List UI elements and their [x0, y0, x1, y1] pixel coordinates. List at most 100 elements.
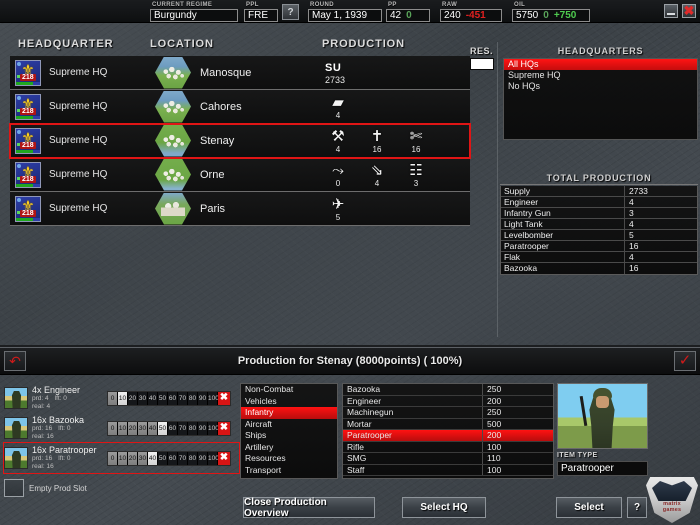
item-list[interactable]: Bazooka 250 Engineer 200 Machinegun 250 Mortar…	[342, 383, 554, 479]
slider-tick[interactable]: 90	[198, 391, 208, 405]
slider-tick[interactable]: 20	[128, 421, 138, 435]
slider-tick[interactable]: 10	[118, 451, 128, 465]
item-row[interactable]: Staff 100	[343, 464, 553, 476]
hq-row-orne[interactable]: ⚜ 218 Supreme HQ Orne ⤳ 0 ⇘ 4 ☷ 3	[10, 158, 470, 192]
slider-tick[interactable]: 70	[178, 451, 188, 465]
category-list[interactable]: Non-Combat Vehicles Infantry Aircraft Ships A…	[240, 383, 338, 479]
slider-tick[interactable]: 60	[168, 391, 178, 405]
empty-slot-box-icon	[4, 479, 24, 497]
slider-tick[interactable]: 50	[158, 391, 168, 405]
category-row[interactable]: Ships	[241, 430, 337, 442]
item-row[interactable]: Machinegun 250	[343, 407, 553, 419]
slider-tick[interactable]: 40	[148, 421, 158, 435]
unit-strength-bar	[16, 217, 40, 221]
slider-tick[interactable]: 90	[198, 451, 208, 465]
production-item-count: 5	[335, 212, 341, 222]
minimize-button[interactable]	[664, 4, 678, 18]
slider-tick[interactable]: 10	[118, 421, 128, 435]
production-slot[interactable]: 4x Engineer prd: 4 lft: 0 real: 4 0 10 20 30 40 5…	[4, 383, 239, 413]
item-row[interactable]: SMG 110	[343, 453, 553, 465]
item-row[interactable]: Engineer 200	[343, 395, 553, 407]
slider-tick[interactable]: 100	[208, 391, 219, 405]
slider-tick[interactable]: 20	[128, 451, 138, 465]
slot-percent-slider[interactable]: 0 10 20 30 40 50 60 70 80 90 100 ✖	[107, 420, 231, 436]
category-row[interactable]: Artillery	[241, 442, 337, 454]
empty-prod-slot[interactable]: Empty Prod Slot	[4, 479, 239, 497]
category-row[interactable]: Aircraft	[241, 419, 337, 431]
hq-filter-option[interactable]: Supreme HQ	[504, 70, 697, 81]
item-type-value: Paratrooper	[557, 461, 648, 476]
production-item: ✈ 5	[325, 197, 351, 222]
item-row[interactable]: Bazooka 250	[343, 384, 553, 396]
item-row[interactable]: Paratrooper 200	[343, 430, 553, 442]
ppl-help-button[interactable]: ?	[282, 4, 299, 20]
current-regime-value[interactable]: Burgundy	[150, 9, 238, 22]
slider-tick[interactable]: 0	[108, 421, 118, 435]
hq-unit-name: Supreme HQ	[49, 135, 108, 146]
category-row[interactable]: Infantry	[241, 407, 337, 419]
slider-tick[interactable]: 80	[188, 451, 198, 465]
back-button[interactable]: ↶	[4, 351, 26, 371]
production-slot[interactable]: 16x Bazooka prd: 16 lft: 0 real: 16 0 10 20 30 4…	[4, 413, 239, 443]
close-production-overview-button[interactable]: Close Production Overview	[243, 497, 375, 519]
slider-tick[interactable]: 40	[148, 451, 158, 465]
ppl-value[interactable]: FRE	[244, 9, 278, 22]
slot-percent-slider[interactable]: 0 10 20 30 40 50 60 70 80 90 100 ✖	[107, 450, 231, 466]
slider-tick[interactable]: 90	[198, 421, 208, 435]
category-row[interactable]: Vehicles	[241, 396, 337, 408]
category-row[interactable]: Transport	[241, 465, 337, 477]
slider-tick[interactable]: 80	[188, 421, 198, 435]
slider-tick[interactable]: 0	[108, 451, 118, 465]
hq-filter-option[interactable]: No HQs	[504, 81, 697, 92]
pp-value: 42	[390, 9, 402, 21]
item-row[interactable]: Rifle 100	[343, 441, 553, 453]
slider-tick[interactable]: 50	[158, 421, 168, 435]
slider-tick[interactable]: 70	[178, 391, 188, 405]
category-row[interactable]: Non-Combat	[241, 384, 337, 396]
confirm-button[interactable]: ✓	[674, 351, 696, 371]
slider-tick[interactable]: 70	[178, 421, 188, 435]
close-window-button[interactable]: ✖	[682, 4, 696, 18]
slot-stats: prd: 16 lft: 0	[32, 455, 107, 463]
slider-tick[interactable]: 50	[158, 451, 168, 465]
item-name: Bazooka	[343, 384, 483, 395]
hq-filter-list[interactable]: All HQs Supreme HQ No HQs	[503, 58, 698, 140]
select-button[interactable]: Select	[556, 497, 622, 518]
slider-tick[interactable]: 60	[168, 451, 178, 465]
slot-remove-button[interactable]: ✖	[218, 421, 230, 435]
category-row[interactable]: Resources	[241, 453, 337, 465]
hq-filter-option[interactable]: All HQs	[504, 59, 697, 70]
slider-tick[interactable]: 0	[108, 391, 118, 405]
item-row[interactable]: Mortar 500	[343, 418, 553, 430]
slider-tick[interactable]: 30	[138, 451, 148, 465]
engineer-icon: ⚒	[331, 127, 345, 145]
item-name: Staff	[343, 464, 483, 475]
light-tank-icon: ▰	[332, 93, 344, 111]
select-hq-button[interactable]: Select HQ	[402, 497, 486, 518]
slot-remove-button[interactable]: ✖	[218, 451, 230, 465]
slider-tick[interactable]: 30	[138, 391, 148, 405]
hq-row-cahores[interactable]: ⚜ 218 Supreme HQ Cahores ▰ 4	[10, 90, 470, 124]
slider-tick[interactable]: 10	[118, 391, 128, 405]
raw-value: 240	[444, 9, 461, 21]
slider-tick[interactable]: 100	[208, 421, 219, 435]
production-slot[interactable]: 16x Paratrooper prd: 16 lft: 0 real: 16 0 10 2…	[3, 442, 240, 474]
slider-tick[interactable]: 20	[128, 391, 138, 405]
round-field: ROUND May 1, 1939	[308, 1, 382, 22]
production-item-count: 3	[413, 178, 419, 188]
slot-percent-slider[interactable]: 0 10 20 30 40 50 60 70 80 90 100 ✖	[107, 390, 231, 406]
help-button[interactable]: ?	[627, 497, 647, 518]
slider-tick[interactable]: 80	[188, 391, 198, 405]
hq-row-stenay[interactable]: ⚜ 218 Supreme HQ Stenay ⚒ 4 ✝ 16 ✄ 16	[9, 123, 471, 159]
slider-tick[interactable]: 60	[168, 421, 178, 435]
slider-tick[interactable]: 100	[208, 451, 219, 465]
hq-row-manosque[interactable]: ⚜ 218 Supreme HQ Manosque SU 2733	[10, 56, 470, 90]
round-value: May 1, 1939	[308, 9, 382, 22]
slider-tick[interactable]: 40	[148, 391, 158, 405]
total-production-name: Infantry Gun	[501, 208, 625, 218]
slider-tick[interactable]: 30	[138, 421, 148, 435]
slot-remove-button[interactable]: ✖	[218, 391, 230, 405]
hq-row-paris[interactable]: ⚜ 218 Supreme HQ Paris ✈ 5	[10, 192, 470, 226]
ppl-label: PPL	[246, 2, 259, 8]
res-value-box[interactable]	[470, 58, 494, 70]
